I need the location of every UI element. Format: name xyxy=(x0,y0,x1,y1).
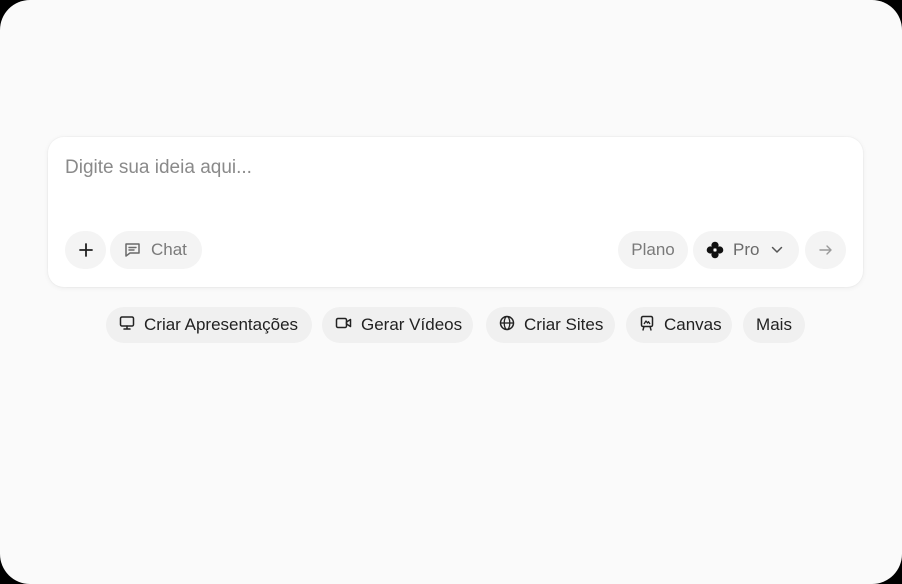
monitor-icon xyxy=(119,315,135,336)
video-camera-icon xyxy=(335,315,352,335)
globe-icon xyxy=(499,315,515,336)
model-label: Pro xyxy=(733,240,760,259)
chat-mode-button[interactable]: Chat xyxy=(110,231,202,269)
more-chip[interactable]: Mais xyxy=(743,307,805,343)
plan-label: Plano xyxy=(631,240,675,259)
chat-mode-label: Chat xyxy=(151,240,187,259)
model-selector[interactable]: Pro xyxy=(693,231,799,269)
canvas-chip[interactable]: Canvas xyxy=(626,307,732,343)
prompt-input[interactable]: Digite sua ideia aqui... xyxy=(65,157,252,179)
send-button[interactable] xyxy=(805,231,846,269)
chat-bubble-icon xyxy=(124,242,141,258)
flower-logo-icon xyxy=(706,241,724,259)
chevron-down-icon xyxy=(771,246,783,254)
prompt-composer[interactable]: Digite sua ideia aqui... Chat Plano Pro xyxy=(48,137,863,287)
generate-videos-chip[interactable]: Gerar Vídeos xyxy=(322,307,473,343)
add-button[interactable] xyxy=(65,231,106,269)
create-sites-chip[interactable]: Criar Sites xyxy=(486,307,615,343)
create-sites-label: Criar Sites xyxy=(524,315,604,334)
create-presentations-chip[interactable]: Criar Apresentações xyxy=(106,307,312,343)
arrow-right-icon xyxy=(818,244,833,256)
more-label: Mais xyxy=(756,315,792,334)
plus-icon xyxy=(78,243,93,257)
canvas-label: Canvas xyxy=(664,315,722,334)
easel-icon xyxy=(639,315,655,336)
app-window: Digite sua ideia aqui... Chat Plano Pro … xyxy=(0,0,902,584)
generate-videos-label: Gerar Vídeos xyxy=(361,315,463,334)
create-presentations-label: Criar Apresentações xyxy=(144,315,299,334)
plan-button[interactable]: Plano xyxy=(618,231,688,269)
